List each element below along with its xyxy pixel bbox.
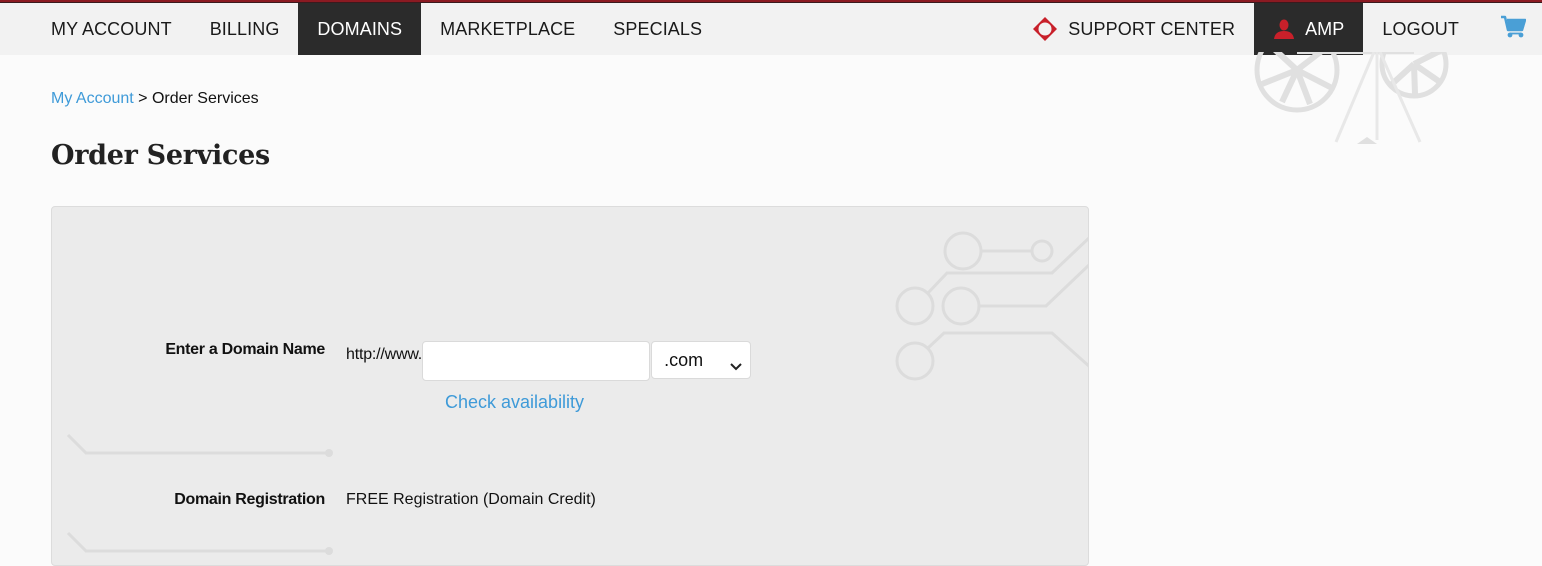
domain-registration-row: Domain Registration FREE Registration (D… — [52, 491, 596, 509]
domain-name-label: Enter a Domain Name — [165, 341, 325, 358]
domain-name-row: Enter a Domain Name http://www. .com — [52, 341, 752, 381]
page-title: Order Services — [51, 140, 270, 171]
nav-marketplace[interactable]: MARKETPLACE — [421, 3, 594, 55]
shopping-cart-icon — [1500, 15, 1527, 44]
breadcrumb-my-account-link[interactable]: My Account — [51, 90, 134, 107]
domain-prefix: http://www. — [346, 346, 423, 363]
breadcrumb-current: Order Services — [151, 90, 259, 107]
nav-domains[interactable]: DOMAINS — [298, 3, 422, 55]
cart-button[interactable] — [1478, 3, 1542, 55]
account-nav: SUPPORT CENTER AMP LOGOUT — [1013, 3, 1542, 55]
top-navigation-bar: MY ACCOUNT BILLING DOMAINS MARKETPLACE S… — [0, 0, 1542, 55]
tld-selected-value: .com — [664, 349, 704, 370]
domain-registration-label: Domain Registration — [174, 491, 325, 508]
support-center-label: SUPPORT CENTER — [1068, 18, 1236, 39]
breadcrumb-separator: > — [138, 90, 148, 107]
tld-select[interactable]: .com — [651, 341, 752, 379]
domain-registration-value: FREE Registration (Domain Credit) — [346, 491, 596, 508]
user-name-label: AMP — [1305, 18, 1345, 39]
support-lifebuoy-icon — [1032, 16, 1058, 42]
nav-billing[interactable]: BILLING — [191, 3, 299, 55]
nav-logout[interactable]: LOGOUT — [1363, 3, 1478, 55]
chevron-down-icon — [730, 355, 742, 376]
order-form-panel: Enter a Domain Name http://www. .com Che… — [51, 206, 1089, 566]
nav-user-account[interactable]: AMP — [1254, 3, 1364, 55]
nav-my-account[interactable]: MY ACCOUNT — [32, 3, 191, 55]
domain-name-input[interactable] — [422, 341, 651, 381]
user-icon — [1273, 18, 1295, 40]
main-nav: MY ACCOUNT BILLING DOMAINS MARKETPLACE S… — [32, 3, 721, 55]
check-availability-link[interactable]: Check availability — [445, 392, 584, 413]
nav-support-center[interactable]: SUPPORT CENTER — [1013, 3, 1254, 55]
nav-specials[interactable]: SPECIALS — [594, 3, 721, 55]
background-scale-decoration — [1254, 52, 1449, 144]
circuit-decoration — [66, 231, 1088, 555]
breadcrumb: My Account > Order Services — [51, 90, 259, 108]
